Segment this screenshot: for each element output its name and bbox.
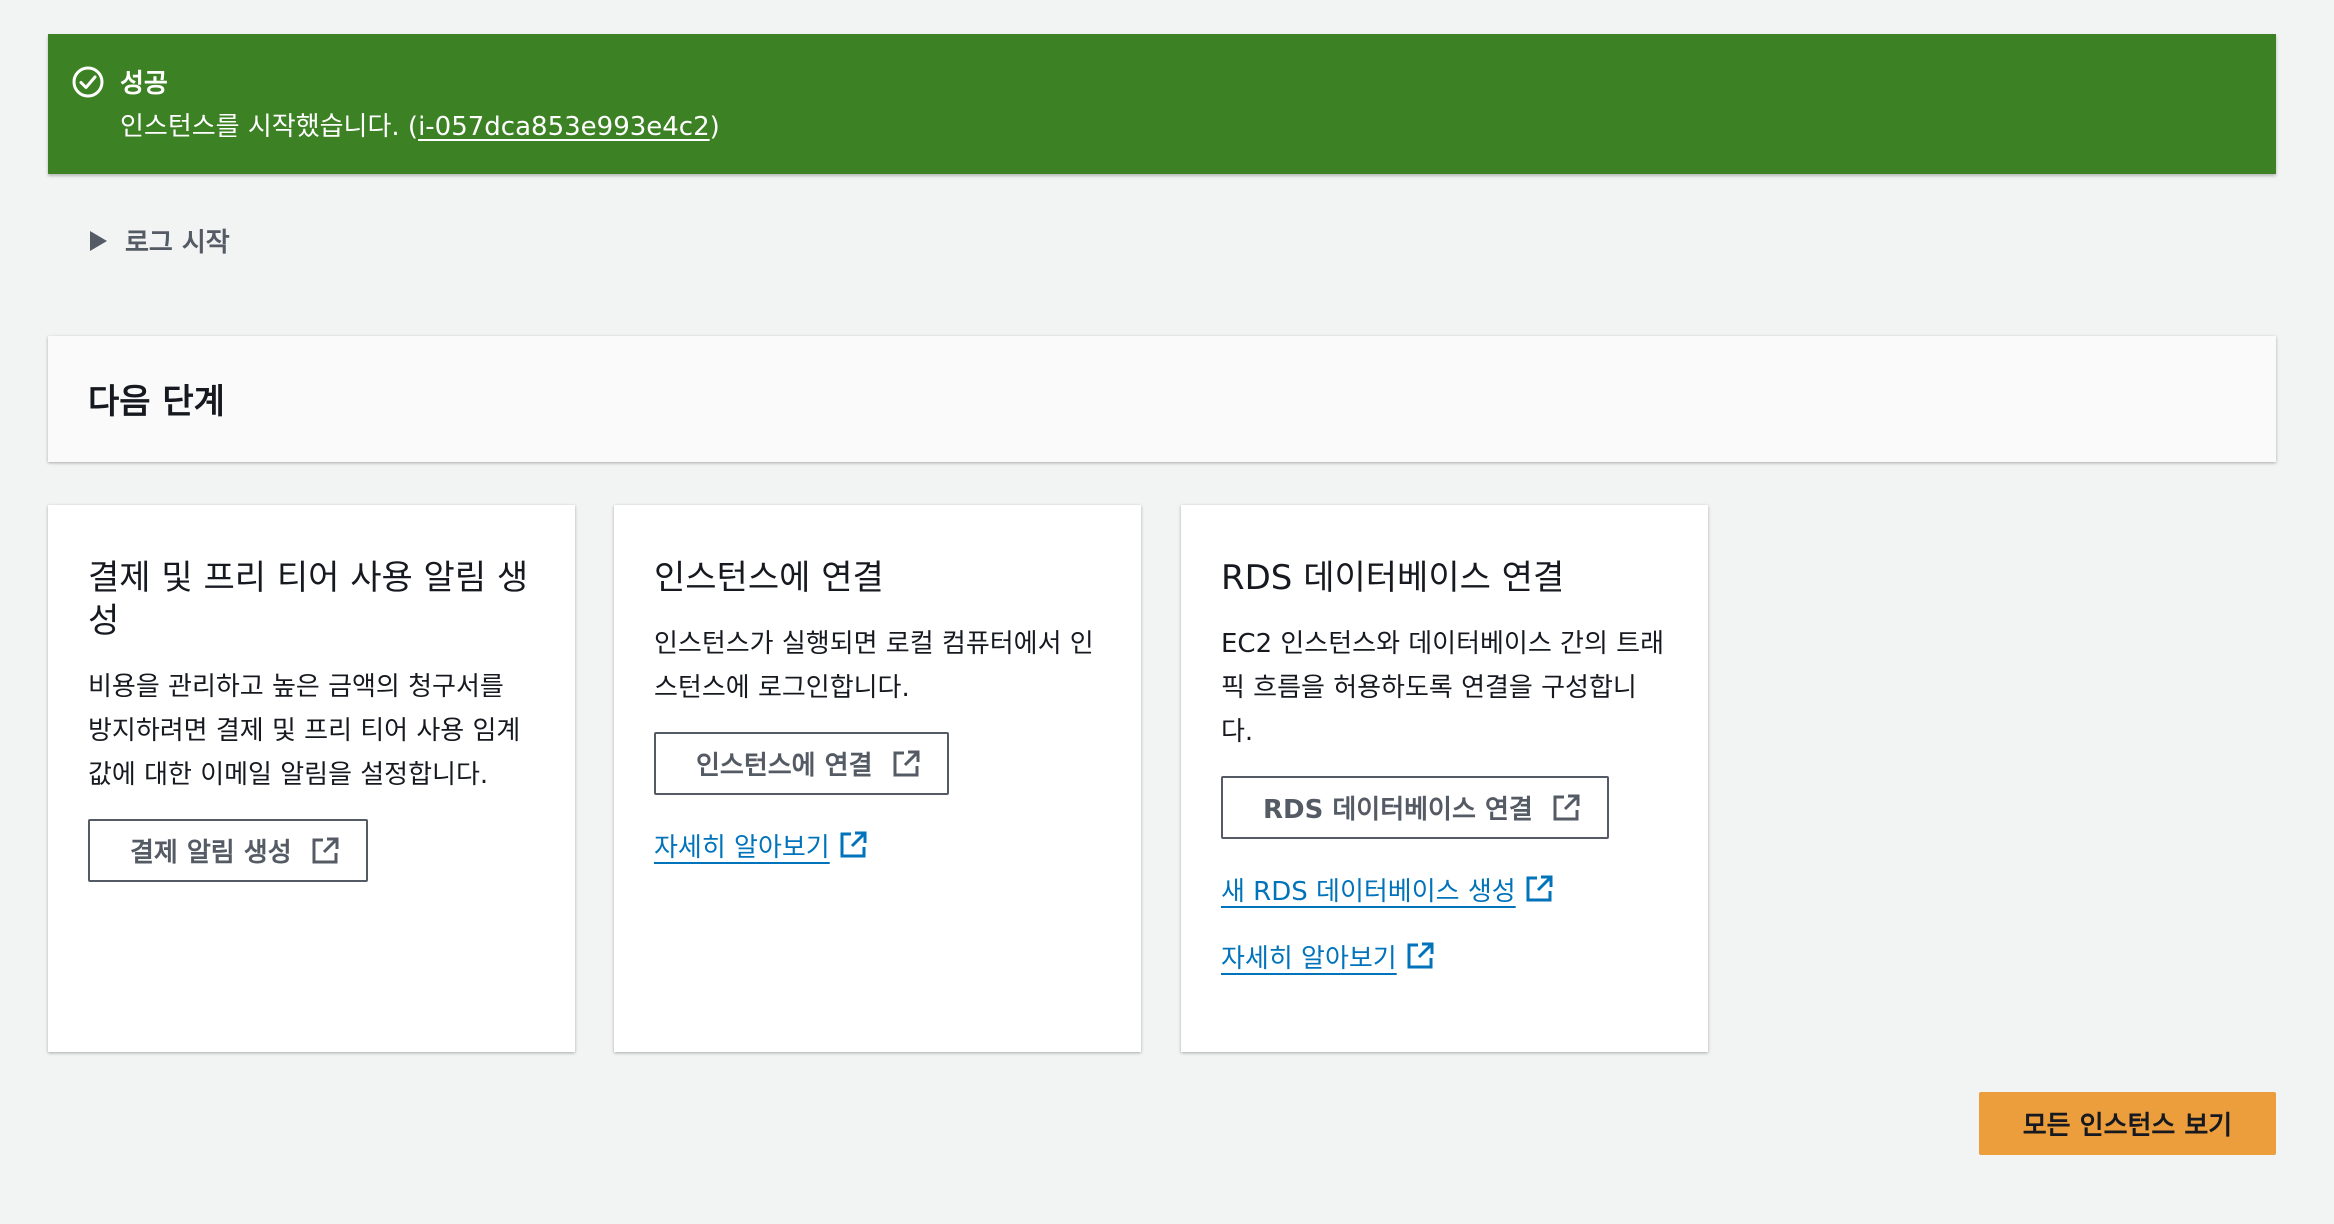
card-title: 인스턴스에 연결 xyxy=(654,558,884,598)
caret-right-icon xyxy=(90,230,107,251)
next-steps-header: 다음 단계 xyxy=(48,336,2276,462)
create-billing-alert-button[interactable]: 결제 알림 생성 xyxy=(88,819,368,882)
connect-instance-button[interactable]: 인스턴스에 연결 xyxy=(654,732,949,795)
button-label: 결제 알림 생성 xyxy=(130,838,292,868)
learn-more-link[interactable]: 자세히 알아보기 xyxy=(654,827,1101,864)
link-label: 자세히 알아보기 xyxy=(654,833,830,863)
card-title: RDS 데이터베이스 연결 xyxy=(1221,558,1565,598)
rds-connect-card: RDS 데이터베이스 연결 EC2 인스턴스와 데이터베이스 간의 트래픽 흐름… xyxy=(1181,505,1708,1052)
external-link-icon xyxy=(1407,942,1434,969)
card-title: 결제 및 프리 티어 사용 알림 생성 xyxy=(88,558,529,641)
view-all-instances-button[interactable]: 모든 인스턴스 보기 xyxy=(1979,1092,2276,1155)
billing-alert-card: 결제 및 프리 티어 사용 알림 생성 비용을 관리하고 높은 금액의 청구서를… xyxy=(48,505,575,1052)
flash-message: 인스턴스를 시작했습니다. (i-057dca853e993e4c2) xyxy=(120,106,720,143)
create-rds-database-link[interactable]: 새 RDS 데이터베이스 생성 xyxy=(1221,871,1668,908)
card-description: EC2 인스턴스와 데이터베이스 간의 트래픽 흐름을 허용하도록 연결을 구성… xyxy=(1221,629,1664,747)
link-label: 새 RDS 데이터베이스 생성 xyxy=(1221,877,1516,907)
external-link-icon xyxy=(1553,794,1580,820)
external-link-icon xyxy=(840,831,867,858)
launch-log-toggle[interactable]: 로그 시작 xyxy=(90,222,230,259)
learn-more-link[interactable]: 자세히 알아보기 xyxy=(1221,938,1668,975)
flash-title: 성공 xyxy=(120,69,168,99)
flash-message-suffix: ) xyxy=(709,112,720,142)
connect-instance-card: 인스턴스에 연결 인스턴스가 실행되면 로컬 컴퓨터에서 인스턴스에 로그인합니… xyxy=(614,505,1141,1052)
instance-id-link[interactable]: i-057dca853e993e4c2 xyxy=(418,112,710,142)
check-circle-icon xyxy=(72,66,104,98)
flash-message-prefix: 인스턴스를 시작했습니다. ( xyxy=(120,112,419,142)
external-link-icon xyxy=(1526,875,1553,902)
link-label: 자세히 알아보기 xyxy=(1221,944,1397,974)
launch-log-label: 로그 시작 xyxy=(125,228,230,258)
connect-rds-database-button[interactable]: RDS 데이터베이스 연결 xyxy=(1221,776,1609,839)
external-link-icon xyxy=(893,750,919,776)
button-label: 인스턴스에 연결 xyxy=(696,751,873,781)
external-link-icon xyxy=(312,837,339,863)
card-description: 인스턴스가 실행되면 로컬 컴퓨터에서 인스턴스에 로그인합니다. xyxy=(654,629,1094,703)
success-flash-banner: 성공 인스턴스를 시작했습니다. (i-057dca853e993e4c2) xyxy=(48,34,2276,174)
next-steps-title: 다음 단계 xyxy=(88,382,225,422)
card-description: 비용을 관리하고 높은 금액의 청구서를 방지하려면 결제 및 프리 티어 사용… xyxy=(88,672,521,790)
button-label: RDS 데이터베이스 연결 xyxy=(1263,795,1533,825)
